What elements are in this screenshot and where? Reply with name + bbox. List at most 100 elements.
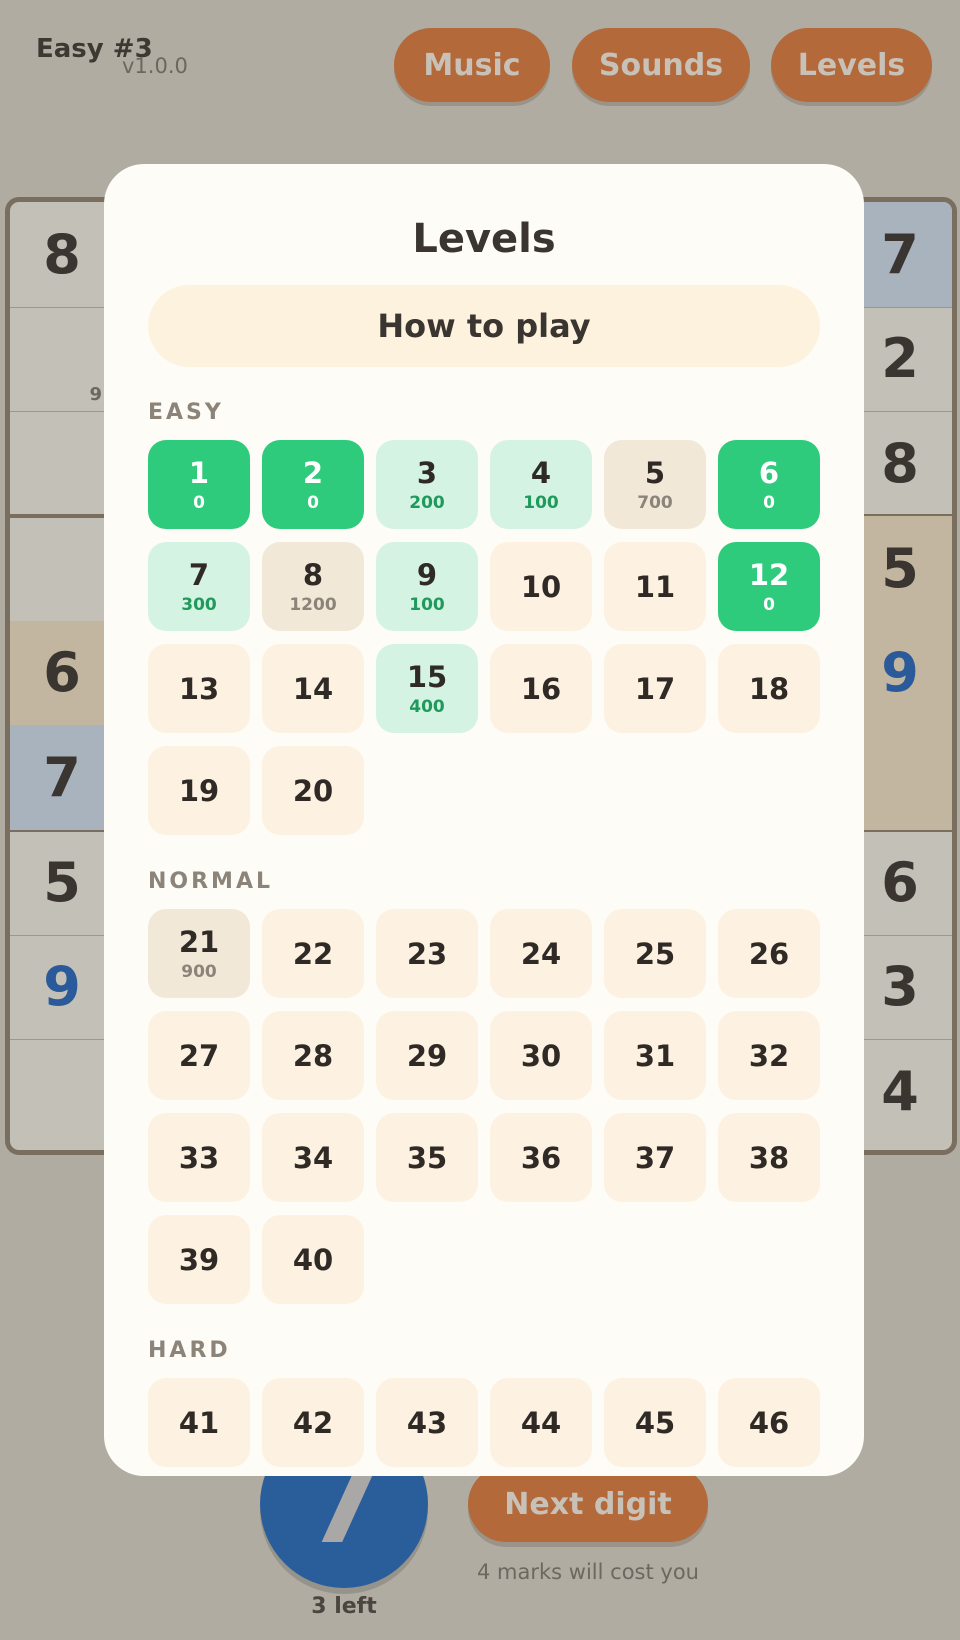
level-tile[interactable]: 38	[718, 1113, 820, 1202]
level-number: 45	[634, 1405, 676, 1440]
level-score: 700	[637, 492, 673, 513]
normal-level-grid: 21 900 22 23 24 25 26 27 28 29 30 31 32 33 34 35 36 37 38 3…	[148, 909, 820, 1304]
level-number: 35	[406, 1140, 448, 1175]
level-tile[interactable]: 46	[718, 1378, 820, 1467]
level-number: 37	[634, 1140, 676, 1175]
level-tile[interactable]: 41	[148, 1378, 250, 1467]
level-tile[interactable]: 26	[718, 909, 820, 998]
level-tile[interactable]: 4 100	[490, 440, 592, 529]
level-score: 400	[409, 696, 445, 717]
board-cell[interactable]	[10, 411, 114, 516]
level-tile[interactable]: 18	[718, 644, 820, 733]
level-number: 39	[178, 1242, 220, 1277]
level-number: 44	[520, 1405, 562, 1440]
level-tile[interactable]: 5 700	[604, 440, 706, 529]
level-score: 0	[193, 492, 205, 513]
level-number: 15	[406, 659, 448, 694]
level-tile[interactable]: 35	[376, 1113, 478, 1202]
board-cell[interactable]: 8	[10, 202, 114, 307]
level-tile[interactable]: 27	[148, 1011, 250, 1100]
board-cell[interactable]: 7	[10, 725, 114, 830]
levels-modal: Levels How to play EASY 1 0 2 0 3 200 4 100 5 700…	[104, 164, 864, 1476]
level-tile[interactable]: 20	[262, 440, 364, 529]
level-tile[interactable]: 8 1200	[262, 542, 364, 631]
level-tile[interactable]: 17	[604, 644, 706, 733]
level-tile[interactable]: 39	[148, 1215, 250, 1304]
level-tile[interactable]: 14	[262, 644, 364, 733]
board-cell[interactable]: 5	[10, 830, 114, 935]
level-tile[interactable]: 23	[376, 909, 478, 998]
version-label: v1.0.0	[122, 54, 188, 78]
hard-level-grid: 41 42 43 44 45 46	[148, 1378, 820, 1467]
level-score: 300	[181, 594, 217, 615]
level-number: 6	[758, 455, 780, 490]
level-tile[interactable]: 43	[376, 1378, 478, 1467]
level-tile[interactable]: 21 900	[148, 909, 250, 998]
sounds-button[interactable]: Sounds	[572, 28, 750, 102]
level-tile[interactable]: 31	[604, 1011, 706, 1100]
level-number: 30	[520, 1038, 562, 1073]
level-number: 19	[178, 773, 220, 808]
next-digit-button[interactable]: Next digit	[468, 1466, 708, 1542]
level-number: 21	[178, 924, 220, 959]
level-tile[interactable]: 25	[604, 909, 706, 998]
level-tile[interactable]: 36	[490, 1113, 592, 1202]
section-label-hard: HARD	[148, 1338, 231, 1363]
board-cell[interactable]	[10, 516, 114, 621]
level-tile[interactable]: 16	[490, 644, 592, 733]
level-tile[interactable]: 37	[604, 1113, 706, 1202]
level-number: 2	[302, 455, 324, 490]
level-number: 10	[520, 569, 562, 604]
digits-left-label: 3 left	[311, 1594, 377, 1619]
level-number: 13	[178, 671, 220, 706]
level-score: 100	[523, 492, 559, 513]
level-number: 43	[406, 1405, 448, 1440]
level-number: 31	[634, 1038, 676, 1073]
how-to-play-button[interactable]: How to play	[148, 285, 820, 367]
level-tile[interactable]: 11	[604, 542, 706, 631]
level-tile[interactable]: 28	[262, 1011, 364, 1100]
level-number: 7	[188, 557, 210, 592]
level-number: 12	[748, 557, 790, 592]
level-tile[interactable]: 12 0	[718, 542, 820, 631]
level-tile[interactable]: 3 200	[376, 440, 478, 529]
level-tile[interactable]: 42	[262, 1378, 364, 1467]
level-number: 28	[292, 1038, 334, 1073]
level-tile[interactable]: 13	[148, 644, 250, 733]
music-button[interactable]: Music	[394, 28, 550, 102]
level-number: 46	[748, 1405, 790, 1440]
level-tile[interactable]: 10	[490, 542, 592, 631]
level-number: 22	[292, 936, 334, 971]
level-tile[interactable]: 24	[490, 909, 592, 998]
level-number: 3	[416, 455, 438, 490]
level-score: 900	[181, 961, 217, 982]
level-tile[interactable]: 10	[148, 440, 250, 529]
level-tile[interactable]: 19	[148, 746, 250, 835]
easy-level-grid: 1 0 2 0 3 200 4 100 5 700 6 0 7 300 8 1200 9 100 10 11 12 0 13…	[148, 440, 820, 835]
level-number: 9	[416, 557, 438, 592]
level-number: 5	[644, 455, 666, 490]
level-tile[interactable]: 60	[718, 440, 820, 529]
board-cell[interactable]: 6	[10, 620, 114, 726]
level-number: 17	[634, 671, 676, 706]
level-tile[interactable]: 40	[262, 1215, 364, 1304]
level-tile[interactable]: 44	[490, 1378, 592, 1467]
board-cell[interactable]: 9	[10, 935, 114, 1040]
level-tile[interactable]: 45	[604, 1378, 706, 1467]
level-number: 32	[748, 1038, 790, 1073]
level-tile[interactable]: 7 300	[148, 542, 250, 631]
level-tile[interactable]: 33	[148, 1113, 250, 1202]
level-tile[interactable]: 32	[718, 1011, 820, 1100]
level-score: 1200	[289, 594, 337, 615]
level-tile[interactable]: 9 100	[376, 542, 478, 631]
level-score: 0	[763, 594, 775, 615]
level-tile[interactable]: 20	[262, 746, 364, 835]
level-tile[interactable]: 22	[262, 909, 364, 998]
level-tile[interactable]: 34	[262, 1113, 364, 1202]
level-tile[interactable]: 29	[376, 1011, 478, 1100]
level-tile[interactable]: 15 400	[376, 644, 478, 733]
levels-button[interactable]: Levels	[771, 28, 932, 102]
level-tile[interactable]: 30	[490, 1011, 592, 1100]
board-cell[interactable]	[10, 1039, 114, 1144]
level-number: 27	[178, 1038, 220, 1073]
